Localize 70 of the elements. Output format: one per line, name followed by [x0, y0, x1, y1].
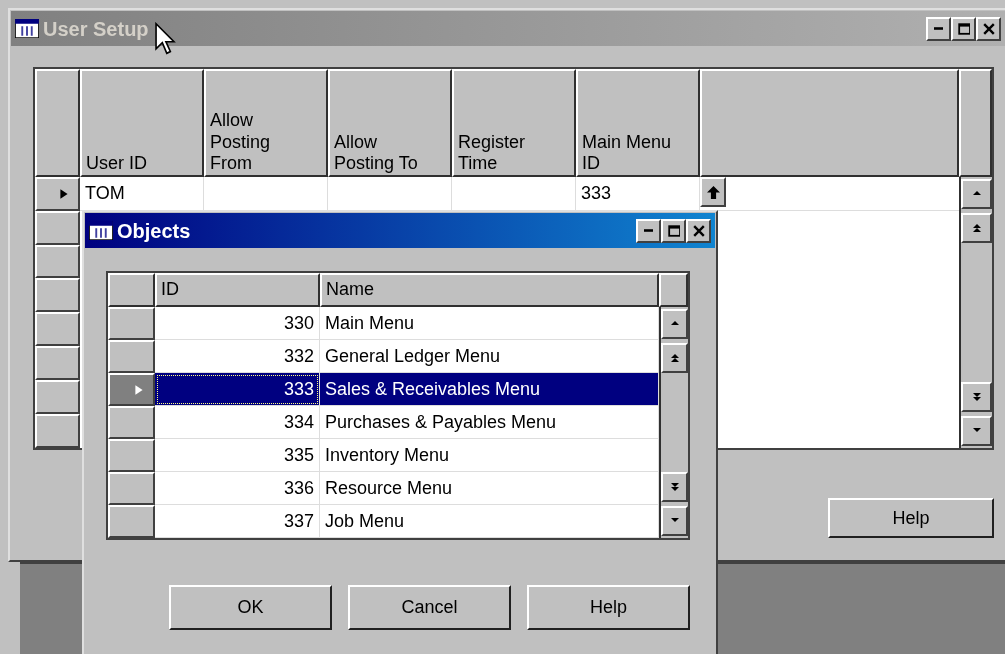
table-cell[interactable]: 336: [155, 472, 320, 505]
close-icon: [692, 224, 705, 237]
scroll-up-button[interactable]: [961, 179, 992, 209]
maximize-button[interactable]: [951, 16, 976, 41]
table-cell[interactable]: Inventory Menu: [320, 439, 659, 472]
close-button[interactable]: [686, 218, 711, 243]
row-selector[interactable]: [108, 439, 155, 472]
minimize-icon: [934, 27, 943, 30]
maximize-icon: [667, 224, 680, 237]
close-button[interactable]: [976, 16, 1001, 41]
row-selector[interactable]: [35, 210, 80, 245]
window-title: User Setup: [43, 16, 149, 42]
help-button[interactable]: Help: [828, 498, 994, 538]
help-button[interactable]: Help: [527, 585, 690, 630]
table-cell[interactable]: Resource Menu: [320, 472, 659, 505]
double-down-triangle-icon: [669, 482, 680, 492]
table-cell[interactable]: 334: [155, 406, 320, 439]
ok-button[interactable]: OK: [169, 585, 332, 630]
table-cell[interactable]: 333: [155, 373, 320, 406]
row-selector[interactable]: [108, 373, 155, 406]
row-selector[interactable]: [35, 312, 80, 347]
minimize-button[interactable]: [926, 16, 951, 41]
column-header: Main Menu ID: [576, 69, 700, 177]
lookup-button[interactable]: [700, 177, 726, 207]
column-header: ID: [155, 273, 320, 307]
column-header: Allow Posting To: [328, 69, 452, 177]
minimize-icon: [644, 229, 653, 232]
scroll-down-button[interactable]: [961, 416, 992, 446]
scroll-down-button[interactable]: [661, 506, 688, 536]
maximize-icon: [957, 22, 970, 35]
double-up-triangle-icon: [669, 353, 680, 363]
table-cell[interactable]: Job Menu: [320, 505, 659, 538]
window-icon: [15, 19, 39, 38]
window-title: Objects: [117, 218, 191, 244]
up-arrow-icon: [706, 185, 720, 199]
row-selector[interactable]: [35, 176, 80, 211]
column-header: User ID: [80, 69, 204, 177]
close-icon: [982, 22, 995, 35]
row-selector[interactable]: [35, 346, 80, 381]
table-cell[interactable]: Main Menu: [320, 307, 659, 340]
minimize-button[interactable]: [636, 218, 661, 243]
row-selector[interactable]: [108, 340, 155, 373]
scroll-up-button[interactable]: [661, 309, 688, 339]
column-header: Register Time: [452, 69, 576, 177]
window-icon: [89, 221, 113, 240]
page-down-button[interactable]: [661, 472, 688, 502]
column-header: Allow Posting From: [204, 69, 328, 177]
page-down-button[interactable]: [961, 382, 992, 412]
double-up-triangle-icon: [971, 223, 982, 233]
row-selector[interactable]: [108, 307, 155, 340]
row-selector[interactable]: [35, 380, 80, 415]
mouse-cursor-icon: [154, 22, 176, 56]
page-up-button[interactable]: [661, 343, 688, 373]
table-cell[interactable]: Purchases & Payables Menu: [320, 406, 659, 439]
row-selector[interactable]: [35, 414, 80, 448]
table-cell[interactable]: 337: [155, 505, 320, 538]
column-header: Name: [320, 273, 659, 307]
row-selector[interactable]: [35, 278, 80, 313]
maximize-button[interactable]: [661, 218, 686, 243]
table-cell[interactable]: 330: [155, 307, 320, 340]
row-selector[interactable]: [108, 472, 155, 505]
row-selector[interactable]: [108, 406, 155, 439]
row-selector[interactable]: [35, 244, 80, 279]
table-cell[interactable]: Sales & Receivables Menu: [320, 373, 659, 406]
cancel-button[interactable]: Cancel: [348, 585, 511, 630]
table-cell[interactable]: 335: [155, 439, 320, 472]
page-up-button[interactable]: [961, 213, 992, 243]
row-pointer-icon: [58, 186, 70, 201]
row-selector[interactable]: [108, 505, 155, 538]
double-down-triangle-icon: [971, 392, 982, 402]
